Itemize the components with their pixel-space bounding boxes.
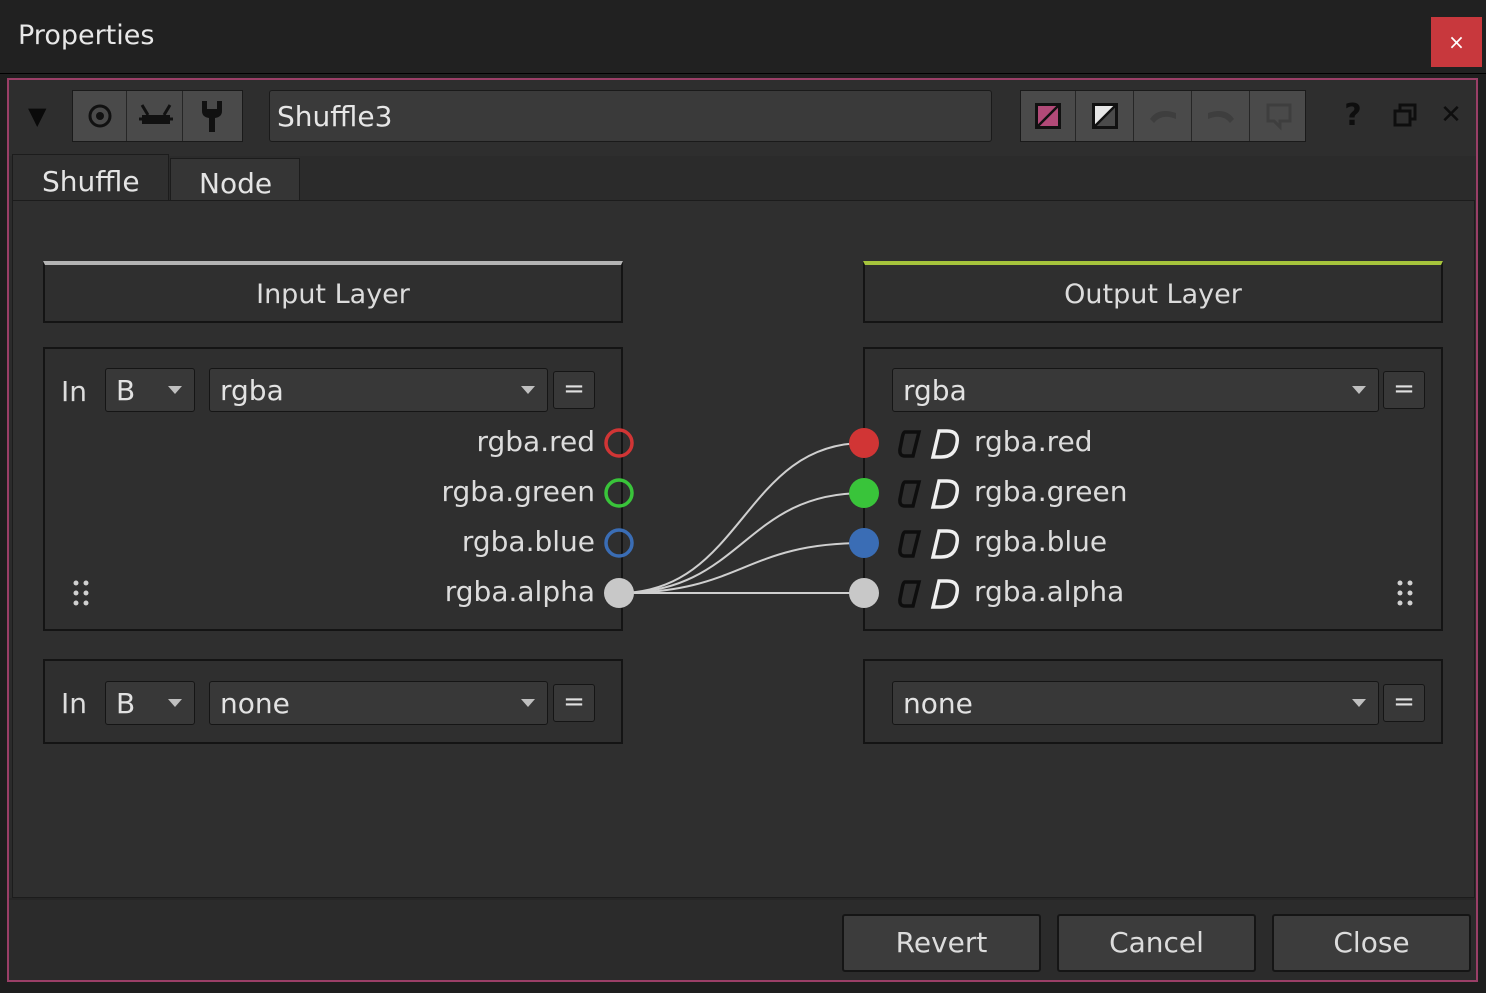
wire-alpha-to-red [618,442,865,594]
chevron-down-icon [168,699,182,707]
window-titlebar: Properties × [0,0,1486,74]
input-layer-title: Input Layer [256,279,410,310]
channel-toggle-icons-green[interactable] [895,477,963,511]
drag-handle-icon[interactable] [1395,579,1415,607]
wrench-icon [202,101,222,132]
output-layer-dropdown-2[interactable]: none [892,681,1379,725]
input-in-label: In [61,375,88,408]
window-title: Properties [18,20,155,51]
tab-shuffle[interactable]: Shuffle [12,154,169,200]
input-channel-red: rgba.red [476,425,595,458]
redo-icon [1208,111,1234,123]
collapse-triangle-icon[interactable]: ▼ [28,102,46,130]
input-in-label-2: In [61,687,88,720]
revert-to-default-button[interactable] [1251,91,1306,141]
chevron-down-icon [521,699,535,707]
tab-node[interactable]: Node [170,158,300,200]
wire-alpha-to-green [618,492,865,594]
node-name-field[interactable]: Shuffle3 [269,90,992,142]
properties-panel: ▼ Shuffle3 ? ✕ Shuffle Node Input Layer … [7,78,1478,982]
input-layer-link-button-2[interactable]: = [553,684,595,722]
target-icon [88,104,111,128]
output-layer-link-button[interactable]: = [1383,371,1425,409]
input-toggle-button[interactable] [129,91,183,141]
help-icon[interactable]: ? [1336,97,1370,133]
input-layer-dropdown-2[interactable]: none [209,681,548,725]
input-source-value: B [116,374,136,407]
input-layer-link-button[interactable]: = [553,371,595,409]
input-layer-value: rgba [220,374,284,407]
input-source-dropdown[interactable]: B [105,368,195,412]
revert-button[interactable]: Revert [842,914,1041,972]
output-channel-green: rgba.green [974,475,1128,508]
output-layer-link-button-2[interactable]: = [1383,684,1425,722]
input-source-dropdown-2[interactable]: B [105,681,195,725]
output-layer-box: rgba = rgba.red rgba.green rgba.blue rgb… [863,347,1443,631]
channel-toggle-icons-blue[interactable] [895,527,963,561]
help-glyph: ? [1344,97,1362,133]
output-layer-title: Output Layer [1064,279,1242,310]
chevron-down-icon [168,386,182,394]
window-close-button[interactable]: × [1431,17,1482,67]
footer-divider [9,898,1476,900]
output-layer-value: rgba [903,374,967,407]
output-layer-header: Output Layer [863,261,1443,323]
antenna-icon [138,104,173,124]
shuffle-panel: Input Layer Output Layer In B rgba = rgb… [12,200,1475,898]
output-channel-alpha: rgba.alpha [974,575,1125,608]
input-channel-blue: rgba.blue [461,525,595,558]
undo-icon [1150,111,1176,123]
node-color-button[interactable] [1021,91,1076,141]
chevron-down-icon [1352,699,1366,707]
output-layer-dropdown[interactable]: rgba [892,368,1379,412]
chevron-down-icon [1352,386,1366,394]
node-toolbar: ▼ Shuffle3 ? ✕ [9,80,1476,156]
input-layer-value-2: none [220,687,290,720]
node-edit-buttons [1020,90,1306,142]
node-color-swatch-icon [1035,103,1061,129]
output-channel-red: rgba.red [974,425,1093,458]
default-color-button[interactable] [1077,91,1134,141]
panel-close-glyph: ✕ [1440,100,1462,130]
input-layer-box-2: In B none = [43,659,623,744]
wire-alpha-to-blue [618,542,865,594]
node-settings-button[interactable] [185,91,239,141]
output-layer-value-2: none [903,687,973,720]
restore-window-icon [1393,103,1417,127]
drag-handle-icon[interactable] [71,579,91,607]
input-layer-dropdown[interactable]: rgba [209,368,548,412]
color-swatch-icon [1092,103,1118,129]
close-button[interactable]: Close [1272,914,1471,972]
cancel-button[interactable]: Cancel [1057,914,1256,972]
redo-button[interactable] [1193,91,1250,141]
channel-toggle-icons-alpha[interactable] [895,577,963,611]
panel-close-icon[interactable]: ✕ [1434,98,1468,132]
input-channel-alpha: rgba.alpha [444,575,595,608]
channel-toggle-icons-red[interactable] [895,427,963,461]
output-channel-blue: rgba.blue [974,525,1108,558]
node-tool-buttons [72,90,243,142]
undo-button[interactable] [1135,91,1192,141]
chevron-down-icon [521,386,535,394]
input-channel-green: rgba.green [441,475,596,508]
viewer-target-button[interactable] [73,91,127,141]
input-layer-box: In B rgba = rgba.red rgba.green rgba.blu… [43,347,623,631]
input-layer-header: Input Layer [43,261,623,323]
float-panel-icon[interactable] [1388,98,1422,132]
input-source-value-2: B [116,687,136,720]
revert-icon [1266,103,1291,131]
output-layer-box-2: none = [863,659,1443,744]
